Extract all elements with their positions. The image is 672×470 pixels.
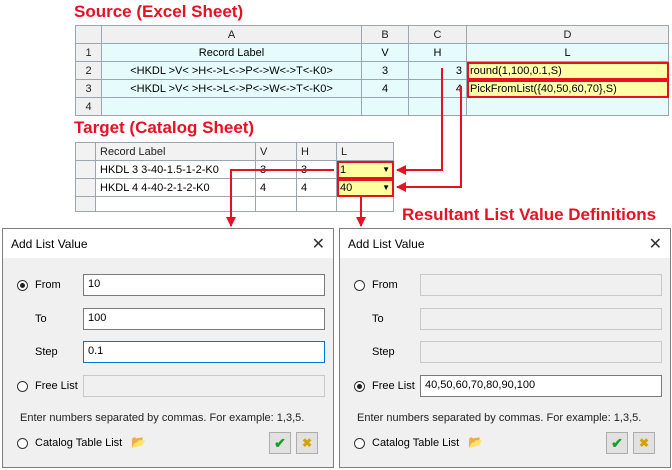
row-header[interactable] bbox=[75, 160, 96, 179]
empty-cell[interactable] bbox=[408, 97, 467, 116]
free-list-radio[interactable] bbox=[354, 381, 365, 392]
catalog-header-v[interactable]: V bbox=[255, 142, 297, 161]
header-cell-l[interactable]: L bbox=[466, 43, 669, 62]
cell-h[interactable]: 4 bbox=[408, 79, 467, 98]
row-number[interactable]: 1 bbox=[75, 43, 102, 62]
catalog-header-h[interactable]: H bbox=[296, 142, 337, 161]
dialog-title: Add List Value bbox=[348, 236, 425, 251]
empty-cell[interactable] bbox=[361, 97, 409, 116]
step-input[interactable]: 0.1 bbox=[83, 341, 325, 363]
catalog-header-record-label[interactable]: Record Label bbox=[95, 142, 256, 161]
to-input[interactable]: 100 bbox=[83, 308, 325, 330]
catalog-record-label[interactable]: HKDL 4 4-40-2-1-2-K0 bbox=[95, 178, 256, 197]
from-input[interactable]: 10 bbox=[83, 274, 325, 296]
close-icon[interactable]: ✕ bbox=[649, 234, 662, 254]
empty-cell[interactable] bbox=[336, 196, 394, 212]
step-input[interactable] bbox=[420, 341, 662, 363]
ok-button[interactable]: ✔ bbox=[606, 432, 628, 454]
row-number[interactable]: 4 bbox=[75, 97, 102, 116]
folder-icon[interactable]: 📂 bbox=[131, 435, 146, 449]
catalog-l-dropdown[interactable]: 40 ▼ bbox=[336, 178, 394, 197]
row-header[interactable] bbox=[75, 178, 96, 197]
from-radio[interactable] bbox=[17, 280, 28, 291]
catalog-l-value: 1 bbox=[340, 163, 347, 176]
source-heading: Source (Excel Sheet) bbox=[74, 2, 244, 21]
hint-text: Enter numbers separated by commas. For e… bbox=[20, 412, 305, 424]
catalog-table-radio[interactable] bbox=[354, 438, 365, 449]
catalog-sheet: Record Label V H L HKDL 3 3-40-1.5-1-2-K… bbox=[75, 142, 394, 212]
empty-cell[interactable] bbox=[101, 97, 362, 116]
close-icon[interactable]: ✕ bbox=[312, 234, 325, 254]
dialog-titlebar: Add List Value ✕ bbox=[3, 229, 333, 258]
header-cell-record-label[interactable]: Record Label bbox=[101, 43, 362, 62]
empty-cell[interactable] bbox=[466, 97, 669, 116]
catalog-h[interactable]: 4 bbox=[296, 178, 337, 197]
row-number[interactable]: 3 bbox=[75, 79, 102, 98]
corner-cell[interactable] bbox=[75, 142, 96, 161]
empty-cell[interactable] bbox=[296, 196, 337, 212]
catalog-table-radio[interactable] bbox=[17, 438, 28, 449]
ok-button[interactable]: ✔ bbox=[269, 432, 291, 454]
cell-v[interactable]: 4 bbox=[361, 79, 409, 98]
cancel-button[interactable]: ✖ bbox=[633, 432, 655, 454]
target-heading: Target (Catalog Sheet) bbox=[74, 118, 255, 137]
step-label: Step bbox=[372, 346, 395, 358]
cell-h[interactable]: 3 bbox=[408, 61, 467, 80]
catalog-l-value: 40 bbox=[340, 181, 353, 194]
corner-cell[interactable] bbox=[75, 25, 102, 44]
resultant-heading: Resultant List Value Definitions bbox=[402, 205, 657, 224]
column-header-c[interactable]: C bbox=[408, 25, 467, 44]
empty-cell[interactable] bbox=[255, 196, 297, 212]
free-list-input[interactable]: 40,50,60,70,80,90,100 bbox=[420, 375, 662, 397]
free-list-radio[interactable] bbox=[17, 381, 28, 392]
catalog-h[interactable]: 3 bbox=[296, 160, 337, 179]
cell-l-formula[interactable]: PickFromList({40,50,60,70},S) bbox=[466, 79, 669, 98]
catalog-header-l[interactable]: L bbox=[336, 142, 394, 161]
dialog-titlebar: Add List Value ✕ bbox=[340, 229, 670, 258]
add-list-value-dialog-free-list: Add List Value ✕ From To Step Free List … bbox=[339, 228, 671, 468]
to-input[interactable] bbox=[420, 308, 662, 330]
step-label: Step bbox=[35, 346, 58, 358]
from-label: From bbox=[35, 279, 61, 291]
column-header-b[interactable]: B bbox=[361, 25, 409, 44]
column-header-d[interactable]: D bbox=[466, 25, 669, 44]
row-header[interactable] bbox=[75, 196, 96, 212]
dialog-title: Add List Value bbox=[11, 236, 88, 251]
row-number[interactable]: 2 bbox=[75, 61, 102, 80]
catalog-v[interactable]: 3 bbox=[255, 160, 297, 179]
catalog-record-label[interactable]: HKDL 3 3-40-1.5-1-2-K0 bbox=[95, 160, 256, 179]
header-cell-v[interactable]: V bbox=[361, 43, 409, 62]
from-label: From bbox=[372, 279, 398, 291]
cell-record-label[interactable]: <HKDL >V< >H<->L<->P<->W<->T<-K0> bbox=[101, 79, 362, 98]
catalog-table-label: Catalog Table List bbox=[372, 437, 460, 449]
dropdown-arrow-icon[interactable]: ▼ bbox=[382, 183, 392, 192]
hint-text: Enter numbers separated by commas. For e… bbox=[357, 412, 642, 424]
cell-record-label[interactable]: <HKDL >V< >H<->L<->P<->W<->T<-K0> bbox=[101, 61, 362, 80]
empty-cell[interactable] bbox=[95, 196, 256, 212]
header-cell-h[interactable]: H bbox=[408, 43, 467, 62]
free-list-input[interactable] bbox=[83, 375, 325, 397]
free-list-label: Free List bbox=[372, 380, 415, 392]
cancel-button[interactable]: ✖ bbox=[296, 432, 318, 454]
to-label: To bbox=[372, 313, 384, 325]
free-list-label: Free List bbox=[35, 380, 78, 392]
dropdown-arrow-icon[interactable]: ▼ bbox=[382, 165, 392, 174]
cell-l-formula[interactable]: round(1,100,0.1,S) bbox=[466, 61, 669, 80]
from-radio[interactable] bbox=[354, 280, 365, 291]
cell-v[interactable]: 3 bbox=[361, 61, 409, 80]
folder-icon[interactable]: 📂 bbox=[468, 435, 483, 449]
source-sheet: A B C D 1 Record Label V H L 2 <HKDL >V<… bbox=[75, 25, 669, 116]
catalog-v[interactable]: 4 bbox=[255, 178, 297, 197]
column-header-a[interactable]: A bbox=[101, 25, 362, 44]
catalog-l-dropdown[interactable]: 1 ▼ bbox=[336, 160, 394, 179]
catalog-table-label: Catalog Table List bbox=[35, 437, 123, 449]
add-list-value-dialog-range: Add List Value ✕ From 10 To 100 Step 0.1… bbox=[2, 228, 334, 468]
from-input[interactable] bbox=[420, 274, 662, 296]
to-label: To bbox=[35, 313, 47, 325]
